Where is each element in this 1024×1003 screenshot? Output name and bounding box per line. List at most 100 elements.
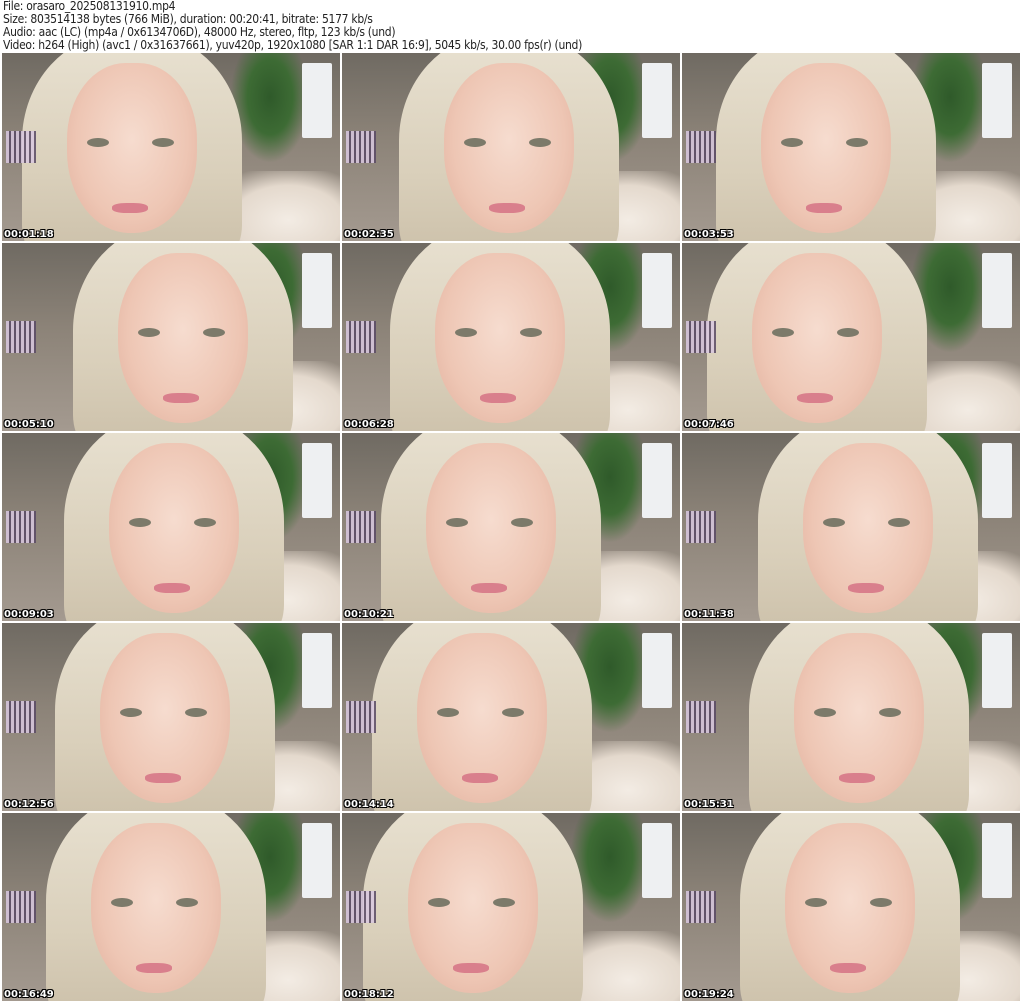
video-thumbnail[interactable]: 00:12:56 [2,623,340,811]
window-background [302,443,332,518]
eye [129,518,151,527]
eye [111,898,133,907]
mouth [471,583,507,593]
mouth [797,393,833,403]
eye [455,328,477,337]
video-thumbnail[interactable]: 00:07:46 [682,243,1020,431]
eye [814,708,836,717]
eye [185,708,207,717]
thumbnail-timestamp: 00:11:38 [684,609,734,620]
window-background [302,823,332,898]
eye [502,708,524,717]
eye [529,138,551,147]
window-background [642,253,672,328]
mouth [462,773,498,783]
thumbnail-timestamp: 00:06:28 [344,419,394,430]
eye [464,138,486,147]
qr-code-icon [686,511,716,543]
qr-code-icon [686,131,716,163]
eye [176,898,198,907]
qr-code-icon [346,511,376,543]
mouth [830,963,866,973]
video-thumbnail[interactable]: 00:16:49 [2,813,340,1001]
eye [870,898,892,907]
eye [879,708,901,717]
qr-code-icon [6,321,36,353]
eye [511,518,533,527]
mouth [154,583,190,593]
eye [428,898,450,907]
qr-code-icon [686,321,716,353]
thumbnail-timestamp: 00:18:12 [344,989,394,1000]
thumbnail-grid: 00:01:18 00:02:35 00:03:53 00:05:10 00:06:28… [2,53,1022,1001]
thumbnail-timestamp: 00:16:49 [4,989,54,1000]
qr-code-icon [346,891,376,923]
thumbnail-timestamp: 00:05:10 [4,419,54,430]
qr-code-icon [346,131,376,163]
window-background [982,253,1012,328]
thumbnail-timestamp: 00:12:56 [4,799,54,810]
qr-code-icon [346,321,376,353]
thumbnail-timestamp: 00:19:24 [684,989,734,1000]
eye [805,898,827,907]
eye [120,708,142,717]
video-thumbnail[interactable]: 00:05:10 [2,243,340,431]
window-background [642,633,672,708]
thumbnail-timestamp: 00:01:18 [4,229,54,240]
window-background [302,253,332,328]
qr-code-icon [6,891,36,923]
eye [152,138,174,147]
video-thumbnail[interactable]: 00:11:38 [682,433,1020,621]
video-thumbnail[interactable]: 00:09:03 [2,433,340,621]
qr-code-icon [6,701,36,733]
video-thumbnail[interactable]: 00:03:53 [682,53,1020,241]
window-background [982,633,1012,708]
eye [772,328,794,337]
thumbnail-timestamp: 00:03:53 [684,229,734,240]
window-background [302,63,332,138]
video-thumbnail[interactable]: 00:06:28 [342,243,680,431]
eye [520,328,542,337]
file-info-header: File: orasaro_202508131910.mp4 Size: 803… [3,0,582,52]
eye [823,518,845,527]
thumbnail-timestamp: 00:02:35 [344,229,394,240]
video-thumbnail[interactable]: 00:10:21 [342,433,680,621]
window-background [982,443,1012,518]
thumbnail-timestamp: 00:07:46 [684,419,734,430]
plant-background [230,53,310,163]
video-thumbnail[interactable]: 00:14:14 [342,623,680,811]
eye [888,518,910,527]
eye [446,518,468,527]
window-background [642,443,672,518]
mouth [145,773,181,783]
video-thumbnail[interactable]: 00:01:18 [2,53,340,241]
qr-code-icon [346,701,376,733]
window-background [982,63,1012,138]
eye [837,328,859,337]
thumbnail-timestamp: 00:09:03 [4,609,54,620]
window-background [642,63,672,138]
video-thumbnail[interactable]: 00:15:31 [682,623,1020,811]
qr-code-icon [6,131,36,163]
eye [203,328,225,337]
mouth [480,393,516,403]
mouth [136,963,172,973]
qr-code-icon [686,891,716,923]
eye [846,138,868,147]
window-background [302,633,332,708]
mouth [163,393,199,403]
mouth [839,773,875,783]
eye [781,138,803,147]
mouth [848,583,884,593]
video-thumbnail[interactable]: 00:02:35 [342,53,680,241]
mouth [112,203,148,213]
eye [87,138,109,147]
qr-code-icon [6,511,36,543]
video-info: Video: h264 (High) (avc1 / 0x31637661), … [3,38,582,52]
mouth [453,963,489,973]
video-thumbnail[interactable]: 00:19:24 [682,813,1020,1001]
window-background [982,823,1012,898]
thumbnail-timestamp: 00:15:31 [684,799,734,810]
thumbnail-timestamp: 00:10:21 [344,609,394,620]
video-thumbnail[interactable]: 00:18:12 [342,813,680,1001]
